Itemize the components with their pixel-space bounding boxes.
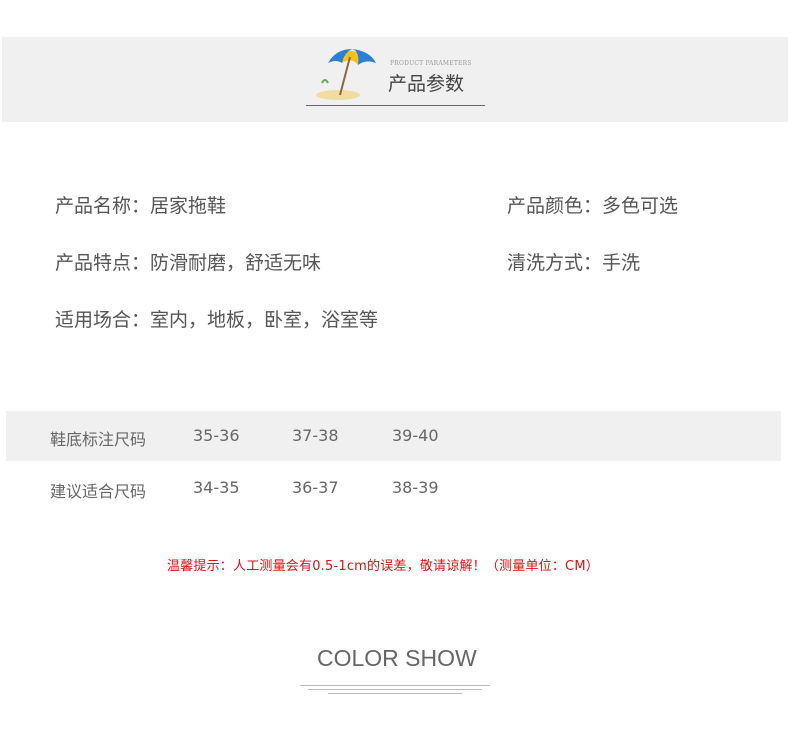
header-caption: PRODUCT PARAMETERS (390, 60, 472, 67)
beach-umbrella-icon (316, 49, 376, 100)
decorative-fine-line (328, 693, 462, 694)
decorative-fine-line (300, 685, 490, 686)
measurement-notice: 温馨提示：人工测量会有0.5-1cm的误差，敬请谅解！（测量单位：CM） (167, 559, 599, 574)
row-label: 建议适合尺码 (50, 482, 147, 501)
table-cell: 35-36 (193, 426, 240, 445)
table-cell: 34-35 (193, 478, 240, 497)
param-product-color: 产品颜色：多色可选 (507, 195, 679, 217)
param-wash-method: 清洗方式：手洗 (507, 252, 641, 274)
color-show-title: COLOR SHOW (317, 645, 477, 671)
table-cell: 38-39 (392, 478, 439, 497)
param-product-feature: 产品特点：防滑耐磨，舒适无味 (55, 252, 322, 274)
param-product-name: 产品名称：居家拖鞋 (55, 195, 227, 217)
title-underline (306, 105, 485, 106)
table-cell: 37-38 (292, 426, 339, 445)
row-label: 鞋底标注尺码 (50, 430, 147, 449)
decorative-fine-line (308, 689, 482, 690)
table-cell: 39-40 (392, 426, 439, 445)
page-title: 产品参数 (388, 73, 465, 95)
param-usage: 适用场合：室内，地板，卧室，浴室等 (55, 309, 379, 331)
table-cell: 36-37 (292, 478, 339, 497)
